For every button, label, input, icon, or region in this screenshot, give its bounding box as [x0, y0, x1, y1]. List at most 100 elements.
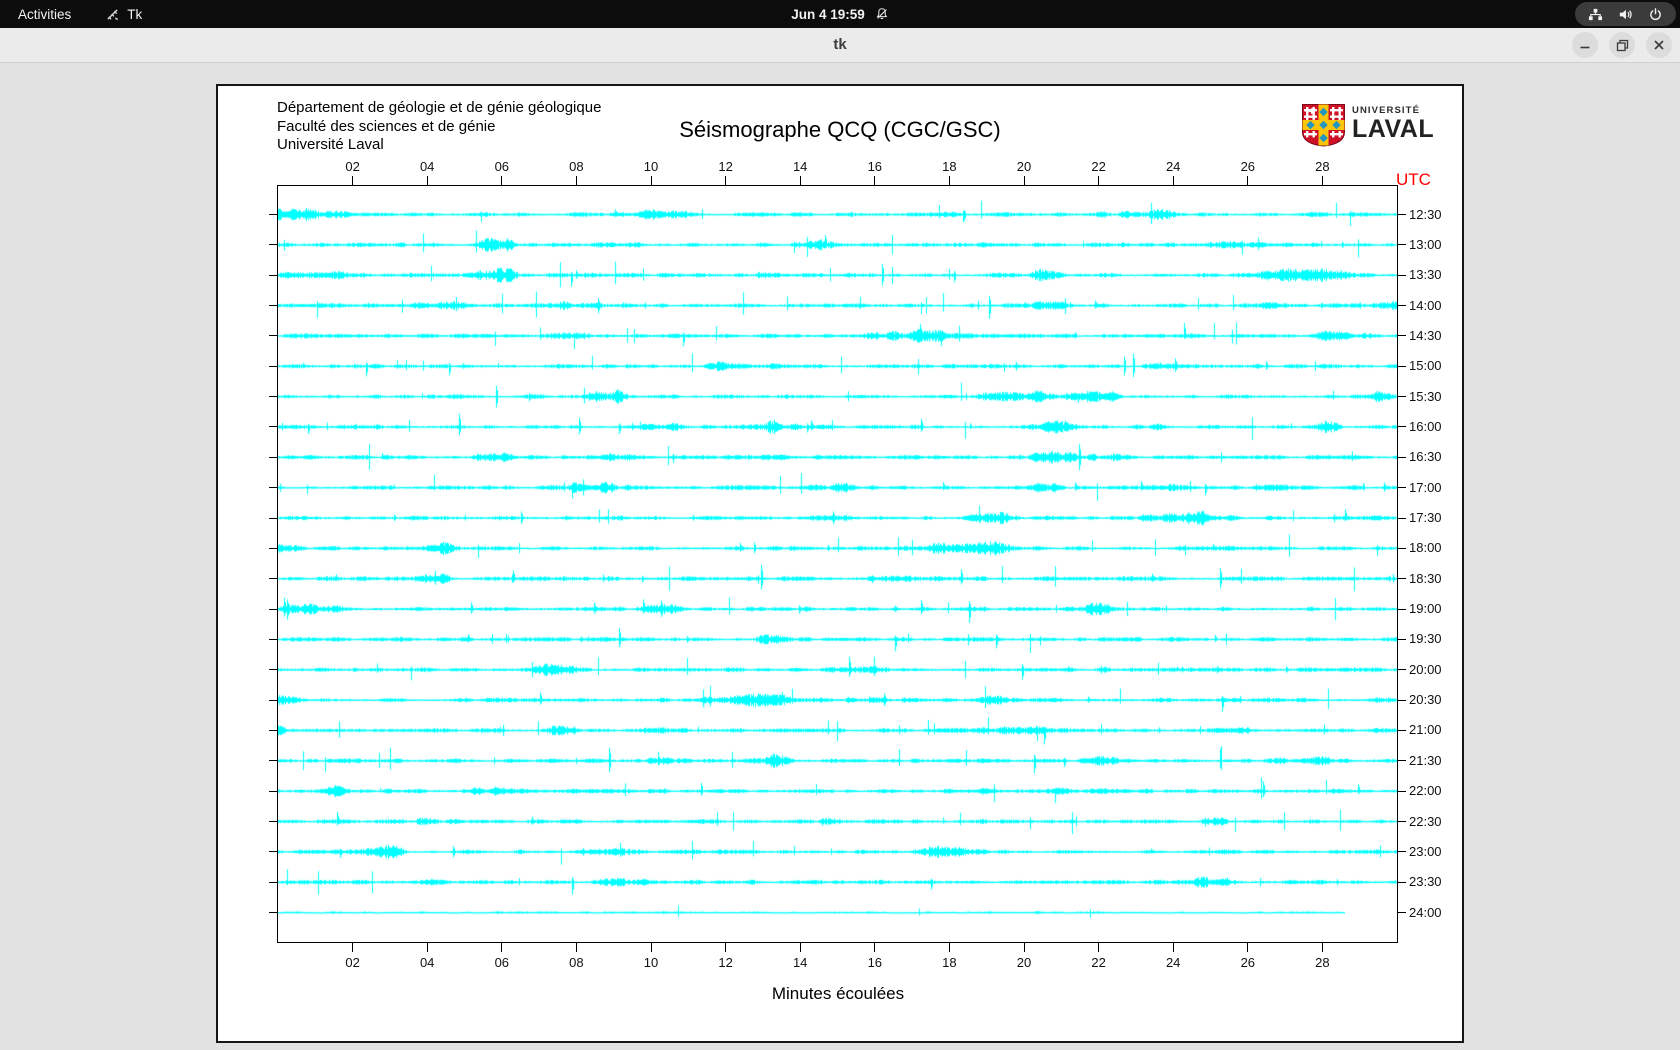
time-tick-label: 21:00 [1409, 722, 1442, 738]
time-tick-label: 15:00 [1409, 358, 1442, 374]
utc-axis-label: UTC [1396, 170, 1431, 189]
x-tick-label-top: 10 [643, 159, 659, 174]
axis-tick [725, 176, 727, 185]
axis-tick [1398, 729, 1406, 731]
axis-tick [1398, 396, 1406, 398]
x-tick-label-bottom: 26 [1240, 955, 1256, 970]
activities-label: Activities [18, 6, 72, 22]
x-tick-label-top: 20 [1016, 159, 1032, 174]
x-axis-title: Minutes écoulées [771, 984, 905, 1003]
axis-tick [1172, 943, 1174, 952]
x-tick-label-top: 16 [867, 159, 883, 174]
clock-button[interactable]: Jun 4 19:59 [791, 7, 889, 22]
x-tick-label-top: 28 [1315, 159, 1330, 174]
x-tick-label-bottom: 02 [345, 955, 360, 970]
axis-tick [1398, 517, 1406, 519]
axis-tick [1398, 487, 1406, 489]
network-wired-icon [1588, 7, 1603, 22]
focused-app-menu[interactable]: Tk [105, 7, 142, 22]
system-status-menu[interactable] [1575, 2, 1676, 26]
time-tick-label: 20:00 [1409, 661, 1442, 677]
window-title-bar[interactable]: tk [0, 28, 1680, 63]
time-tick-label: 22:00 [1409, 783, 1442, 799]
plot-area [277, 185, 1398, 943]
tk-app-icon [105, 7, 120, 22]
x-tick-label-bottom: 16 [867, 955, 883, 970]
axis-tick [1321, 943, 1323, 952]
time-tick-label: 24:00 [1409, 904, 1442, 920]
axis-tick [269, 729, 277, 731]
x-tick-label-bottom: 24 [1165, 955, 1181, 970]
close-button[interactable] [1646, 32, 1672, 58]
axis-tick [269, 365, 277, 367]
axis-tick [1247, 943, 1249, 952]
axis-tick [1398, 790, 1406, 792]
axis-tick [1321, 176, 1323, 185]
time-tick-label: 22:30 [1409, 813, 1442, 829]
focused-app-name: Tk [127, 6, 143, 22]
time-tick-label: 18:00 [1409, 540, 1442, 556]
axis-tick [1023, 176, 1025, 185]
axis-tick [1398, 578, 1406, 580]
time-tick-label: 12:30 [1409, 206, 1442, 222]
axis-tick [1398, 669, 1406, 671]
axis-tick [269, 821, 277, 822]
time-tick-label: 20:30 [1409, 692, 1442, 708]
axis-tick [426, 943, 428, 952]
x-tick-label-bottom: 12 [718, 955, 733, 970]
axis-tick [1398, 638, 1406, 640]
axis-tick [501, 176, 503, 185]
axis-tick [1398, 365, 1406, 367]
axis-tick [948, 943, 950, 952]
time-tick-label: 16:30 [1409, 449, 1442, 465]
axis-tick [269, 396, 277, 398]
axis-tick [269, 912, 277, 914]
axis-tick [1398, 912, 1406, 914]
x-tick-label-bottom: 14 [792, 955, 808, 970]
notifications-muted-icon [875, 7, 889, 21]
axis-tick [1398, 305, 1406, 307]
x-tick-label-top: 14 [792, 159, 808, 174]
axis-tick [1023, 943, 1025, 952]
window-content: Département de géologie et de génie géol… [0, 63, 1680, 1050]
axis-tick [269, 305, 277, 307]
x-tick-label-bottom: 28 [1315, 955, 1330, 970]
x-tick-label-top: 24 [1165, 159, 1181, 174]
x-tick-label-bottom: 22 [1091, 955, 1106, 970]
axis-tick [1398, 244, 1406, 246]
time-tick-label: 18:30 [1409, 570, 1442, 586]
time-tick-label: 17:00 [1409, 479, 1442, 495]
axis-tick [650, 943, 652, 952]
axis-tick [269, 608, 277, 610]
axis-tick [269, 214, 277, 215]
axis-tick [1398, 274, 1406, 276]
time-tick-label: 14:00 [1409, 297, 1442, 313]
x-tick-label-top: 26 [1240, 159, 1256, 174]
axis-tick [1172, 176, 1174, 185]
axis-tick [269, 487, 277, 489]
axis-tick [269, 517, 277, 519]
x-tick-label-top: 08 [569, 159, 584, 174]
axis-tick [269, 244, 277, 246]
axis-tick [352, 943, 354, 952]
axis-tick [269, 669, 277, 671]
axis-tick [1398, 881, 1406, 883]
axis-tick [269, 638, 277, 640]
axis-tick [501, 943, 503, 952]
time-tick-label: 14:30 [1409, 327, 1442, 343]
x-tick-label-top: 22 [1091, 159, 1106, 174]
gnome-top-bar: Activities Tk Jun 4 19:59 [0, 0, 1680, 28]
minimize-button[interactable] [1572, 32, 1598, 58]
axis-tick [1398, 426, 1406, 428]
x-tick-label-bottom: 10 [643, 955, 659, 970]
seismogram-traces [278, 186, 1397, 942]
power-icon [1648, 7, 1663, 22]
activities-button[interactable]: Activities [18, 7, 71, 22]
axis-tick [269, 426, 277, 428]
clock-label: Jun 4 19:59 [791, 6, 865, 22]
restore-button[interactable] [1609, 32, 1635, 58]
time-tick-label: 21:30 [1409, 752, 1442, 768]
axis-tick [1398, 547, 1406, 549]
axis-tick [269, 881, 277, 883]
laval-logo-laval: LAVAL [1352, 115, 1435, 143]
